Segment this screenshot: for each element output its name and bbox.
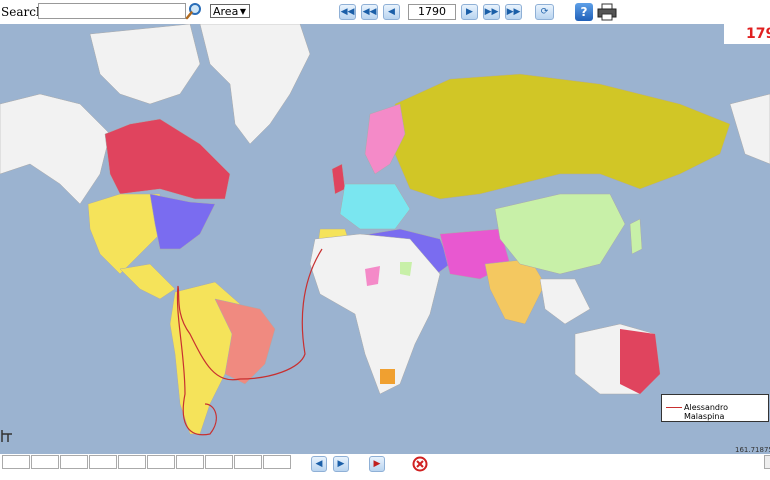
stop-icon[interactable] bbox=[412, 456, 428, 472]
timeline-cell[interactable] bbox=[31, 455, 59, 469]
timeline-cell[interactable] bbox=[2, 455, 30, 469]
world-map[interactable] bbox=[0, 24, 770, 454]
bottom-bar: ◀ ▶ ▶ bbox=[0, 454, 770, 480]
mode-select-value: Area bbox=[213, 5, 239, 18]
mode-select[interactable]: Area ▼ bbox=[210, 4, 250, 18]
india bbox=[484, 258, 546, 325]
timeline-prev-icon[interactable]: ◀ bbox=[311, 456, 327, 472]
alaska bbox=[0, 93, 111, 205]
east-alaska bbox=[729, 93, 770, 165]
last-icon[interactable]: ▶▶ bbox=[505, 4, 522, 20]
search-input[interactable] bbox=[38, 3, 186, 19]
africa-region-1 bbox=[365, 266, 380, 286]
top-toolbar: Search Area ▼ ◀◀ ◀◀ ◀ 1790 ▶ ▶▶ ▶▶ ⟳ ? bbox=[0, 0, 770, 24]
britain bbox=[331, 163, 346, 195]
prev-fast-icon[interactable]: ◀◀ bbox=[361, 4, 378, 20]
africa-region-3 bbox=[380, 369, 395, 384]
timeline-cell[interactable] bbox=[176, 455, 204, 469]
timeline-cell[interactable] bbox=[147, 455, 175, 469]
chevron-down-icon: ▼ bbox=[239, 7, 246, 16]
timeline-cell[interactable] bbox=[234, 455, 262, 469]
scale-readout: 161.71875 bbox=[735, 446, 770, 454]
united-states bbox=[149, 193, 216, 250]
southeast-asia bbox=[539, 278, 591, 325]
refresh-icon[interactable]: ⟳ bbox=[535, 4, 554, 20]
timeline-cell[interactable] bbox=[60, 455, 88, 469]
timeline-cell[interactable] bbox=[205, 455, 233, 469]
first-icon[interactable]: ◀◀ bbox=[339, 4, 356, 20]
pan-handle-icon[interactable] bbox=[0, 428, 14, 442]
help-icon[interactable]: ? bbox=[575, 3, 593, 21]
british-north-america bbox=[104, 118, 231, 200]
route-legend: Alessandro Malaspina bbox=[661, 394, 769, 422]
russia bbox=[394, 73, 731, 200]
timeline-next-icon[interactable]: ▶ bbox=[333, 456, 349, 472]
printer-icon[interactable] bbox=[597, 3, 617, 21]
route-legend-line bbox=[666, 407, 682, 408]
map-canvas bbox=[0, 24, 770, 436]
spanish-north-america bbox=[87, 193, 161, 275]
timeline-cell[interactable] bbox=[118, 455, 146, 469]
scroll-stub[interactable] bbox=[764, 455, 770, 469]
play-icon[interactable]: ▶ bbox=[369, 456, 385, 472]
route-legend-label: Alessandro Malaspina bbox=[684, 403, 729, 421]
year-badge: 1790 bbox=[724, 24, 770, 44]
timeline-cell[interactable] bbox=[263, 455, 291, 469]
prev-icon[interactable]: ◀ bbox=[383, 4, 400, 20]
africa-region-2 bbox=[400, 262, 412, 276]
central-america bbox=[119, 263, 176, 300]
africa bbox=[309, 233, 441, 395]
timeline-cell[interactable] bbox=[89, 455, 117, 469]
new-south-wales bbox=[620, 329, 660, 394]
japan bbox=[629, 218, 643, 255]
central-europe bbox=[339, 183, 411, 230]
greenland bbox=[199, 24, 311, 145]
next-fast-icon[interactable]: ▶▶ bbox=[483, 4, 500, 20]
next-icon[interactable]: ▶ bbox=[461, 4, 478, 20]
arctic-islands bbox=[89, 24, 201, 105]
magnifier-icon[interactable] bbox=[185, 2, 203, 20]
year-input[interactable]: 1790 bbox=[408, 4, 456, 20]
